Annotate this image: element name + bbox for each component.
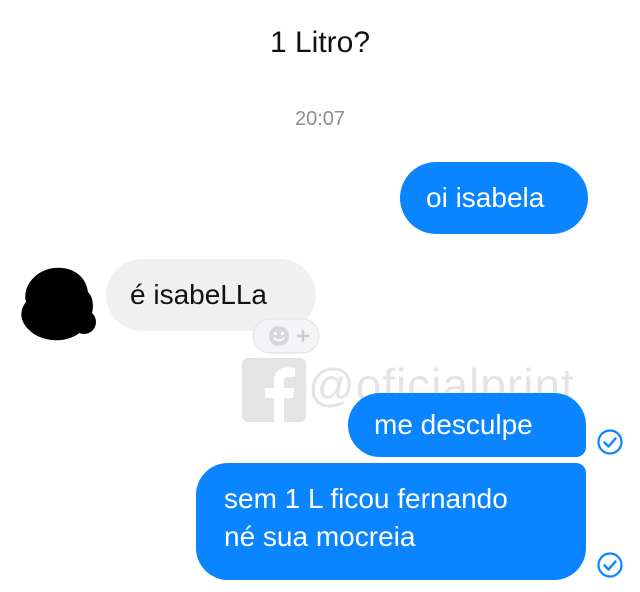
message-text: oi isabela bbox=[426, 182, 545, 213]
message-text-line: sem 1 L ficou fernando bbox=[224, 483, 508, 514]
meme-caption: 1 Litro? bbox=[269, 26, 371, 59]
outgoing-message-bubble[interactable]: me desculpe bbox=[348, 393, 586, 457]
sent-check-icon bbox=[597, 552, 623, 578]
message-text-line: né sua mocreia bbox=[224, 521, 416, 552]
facebook-icon bbox=[242, 358, 306, 422]
contact-avatar[interactable] bbox=[14, 262, 102, 346]
outgoing-message-bubble[interactable]: sem 1 L ficou fernando né sua mocreia bbox=[196, 463, 586, 580]
sent-check-icon bbox=[597, 429, 623, 455]
message-text: me desculpe bbox=[374, 409, 533, 440]
add-reaction-icon[interactable] bbox=[252, 318, 320, 354]
chat-screenshot: 1 Litro? 20:07 oi isabela é isabeLLa @of… bbox=[0, 0, 640, 592]
message-text: é isabeLLa bbox=[130, 279, 268, 310]
outgoing-message-bubble[interactable]: oi isabela bbox=[400, 162, 588, 234]
message-timestamp: 20:07 bbox=[294, 108, 346, 130]
